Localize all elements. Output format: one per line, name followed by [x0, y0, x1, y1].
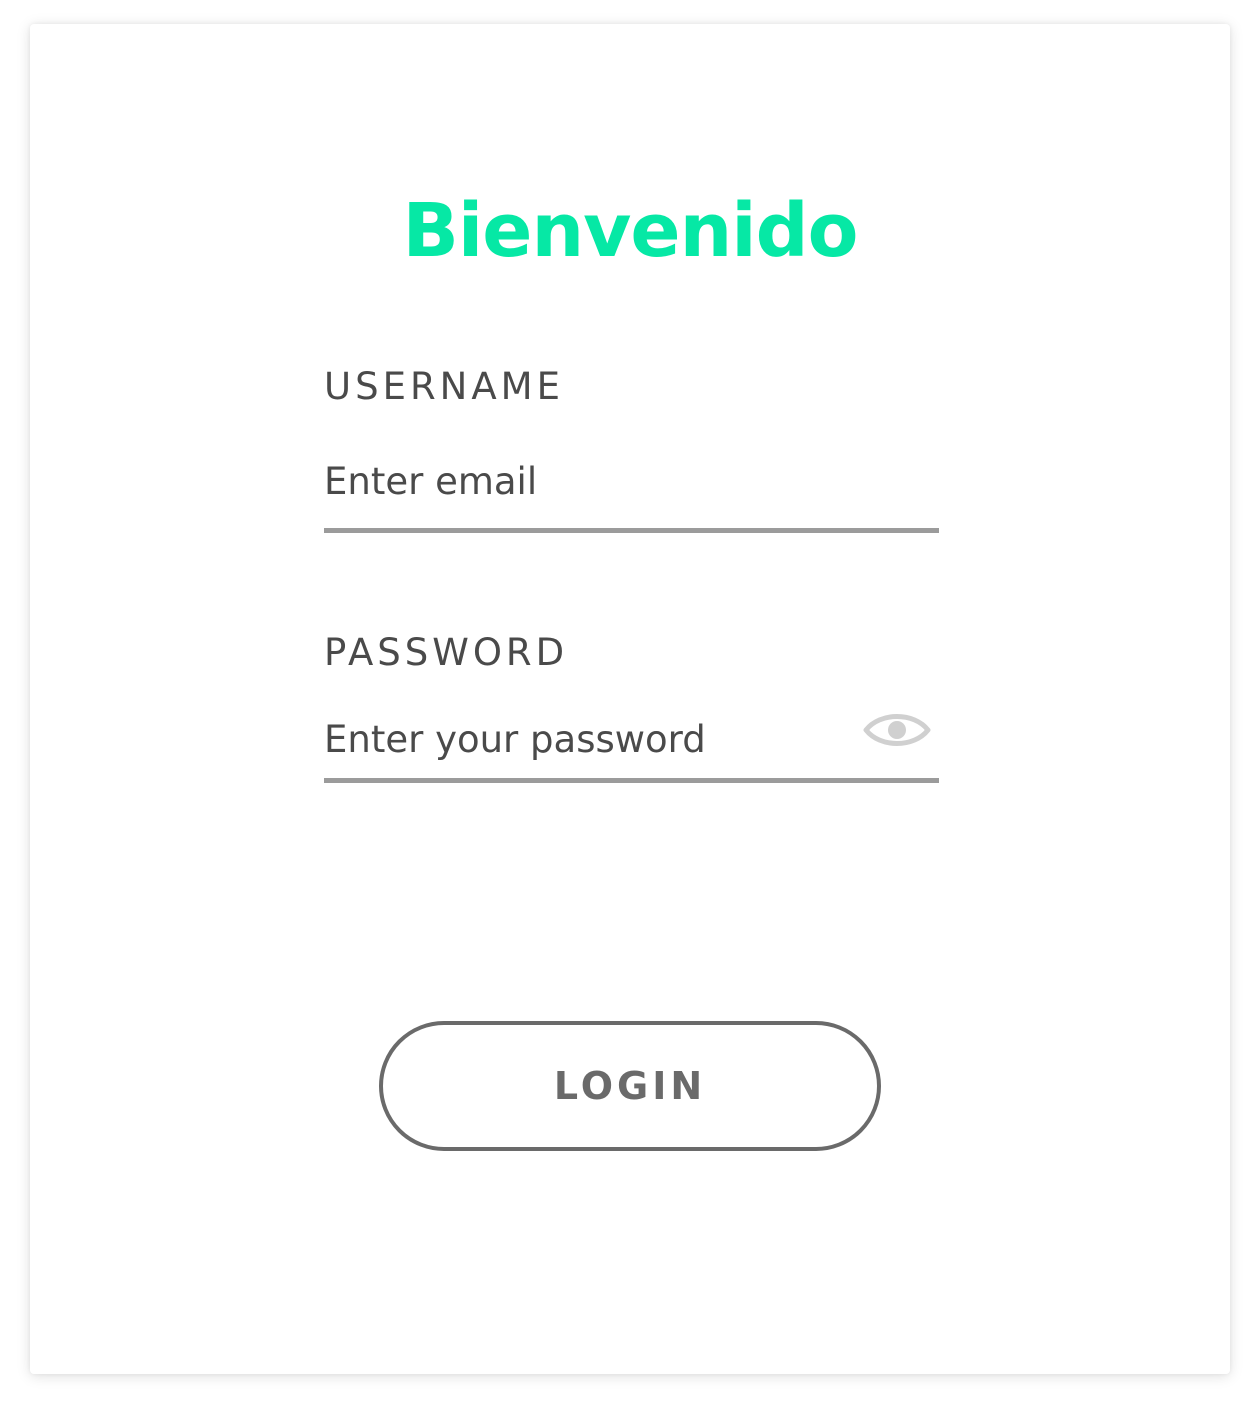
password-underline — [324, 778, 939, 783]
welcome-title: Bienvenido — [402, 188, 859, 274]
login-button[interactable]: LOGIN — [379, 1021, 881, 1151]
password-input[interactable] — [324, 714, 854, 764]
username-underline — [324, 528, 939, 533]
username-field: USERNAME — [324, 368, 939, 538]
username-label: USERNAME — [324, 365, 564, 408]
password-label: PASSWORD — [324, 631, 569, 674]
login-card: Bienvenido USERNAME PASSWORD LOGIN — [30, 24, 1230, 1374]
password-field: PASSWORD — [324, 634, 939, 804]
username-input[interactable] — [324, 456, 939, 506]
eye-icon[interactable] — [862, 708, 932, 752]
